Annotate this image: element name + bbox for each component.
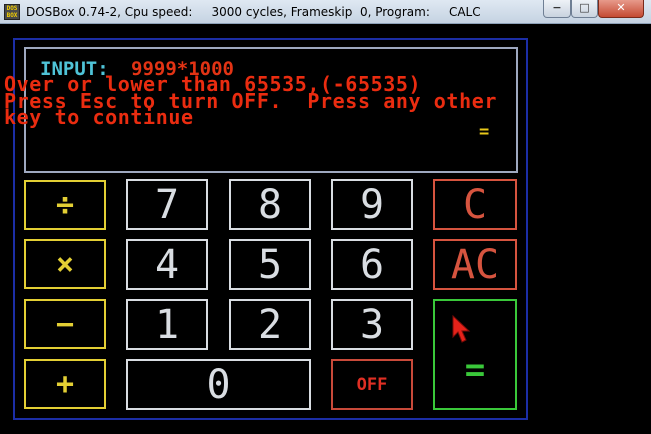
dosbox-app-icon[interactable]: DOS BOX <box>4 4 20 20</box>
mouse-pointer-icon <box>452 315 471 343</box>
digit-5-button[interactable]: 5 <box>229 239 311 290</box>
digit-6-button[interactable]: 6 <box>331 239 413 290</box>
digit-0-button[interactable]: 0 <box>126 359 311 410</box>
minus-button[interactable]: − <box>24 299 106 349</box>
minimize-button[interactable]: − <box>543 0 571 18</box>
dos-screen[interactable]: INPUT: 9999*1000 Over or lower than 6553… <box>0 24 651 434</box>
digit-1-button[interactable]: 1 <box>126 299 208 350</box>
clear-button[interactable]: C <box>433 179 517 230</box>
digit-2-button[interactable]: 2 <box>229 299 311 350</box>
maximize-button[interactable]: □ <box>571 0 598 18</box>
digit-4-button[interactable]: 4 <box>126 239 208 290</box>
digit-3-button[interactable]: 3 <box>331 299 413 350</box>
divide-button[interactable]: ÷ <box>24 180 106 230</box>
digit-7-button[interactable]: 7 <box>126 179 208 230</box>
off-button[interactable]: OFF <box>331 359 413 410</box>
error-line-3: key to continue <box>4 105 194 129</box>
digit-8-button[interactable]: 8 <box>229 179 311 230</box>
display-equals-indicator: = <box>479 122 490 142</box>
equals-button[interactable]: = <box>433 299 517 410</box>
multiply-button[interactable]: × <box>24 239 106 289</box>
window-title: DOSBox 0.74-2, Cpu speed: 3000 cycles, F… <box>26 5 481 19</box>
digit-9-button[interactable]: 9 <box>331 179 413 230</box>
title-bar[interactable]: DOS BOX DOSBox 0.74-2, Cpu speed: 3000 c… <box>0 0 651 24</box>
all-clear-button[interactable]: AC <box>433 239 517 290</box>
close-button[interactable]: ✕ <box>598 0 644 18</box>
plus-button[interactable]: + <box>24 359 106 409</box>
